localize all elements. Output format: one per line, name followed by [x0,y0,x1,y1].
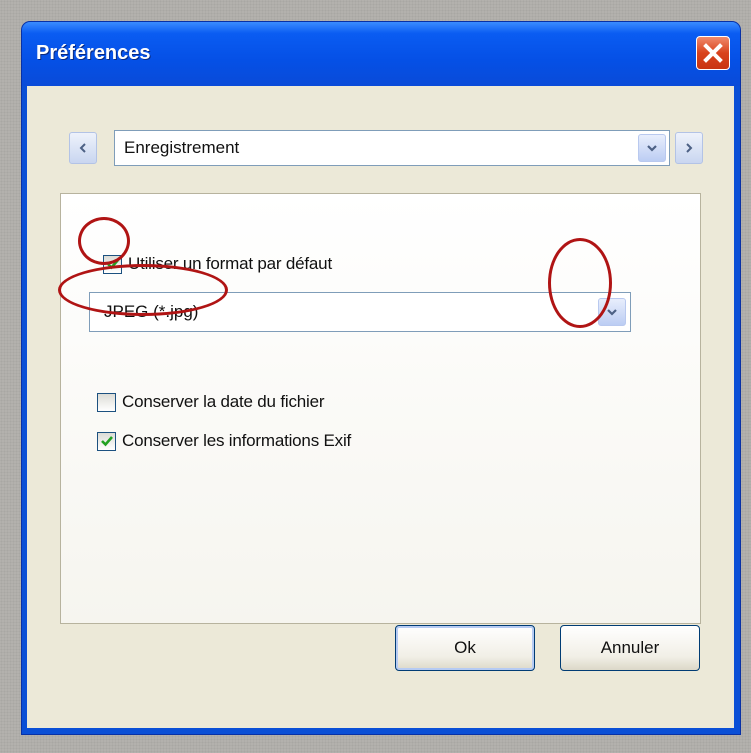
format-select-value: JPEG (*.jpg) [104,302,199,321]
default-format-checkbox[interactable] [103,254,122,274]
keep-exif-checkbox[interactable] [97,431,116,451]
default-format-label: Utiliser un format par défaut [128,254,332,273]
chevron-down-icon [647,145,657,152]
default-format-option[interactable]: Utiliser un format par défaut [103,254,332,274]
next-section-button[interactable] [675,132,703,164]
section-select[interactable]: Enregistrement [114,130,670,166]
checkmark-icon [100,436,113,447]
keep-date-label: Conserver la date du fichier [122,392,325,411]
title-bar[interactable]: Préférences [22,22,740,86]
dialog-body: Enregistrement Utiliser un format par dé… [27,86,734,728]
ok-button[interactable]: Ok [395,625,535,671]
keep-exif-label: Conserver les informations Exif [122,431,352,450]
preferences-dialog: Préférences Enregistrement Utiliser un f… [22,22,740,734]
section-select-value: Enregistrement [124,138,240,157]
section-dropdown-button[interactable] [638,134,666,162]
close-button[interactable] [696,36,730,70]
chevron-down-icon [607,309,617,316]
chevron-right-icon [686,143,693,153]
keep-date-checkbox[interactable] [97,392,116,412]
checkmark-icon [106,259,119,270]
window-title: Préférences [36,42,151,64]
close-x-icon [703,43,723,63]
format-select[interactable]: JPEG (*.jpg) [89,292,631,332]
section-navigator: Enregistrement [27,86,734,176]
cancel-button[interactable]: Annuler [560,625,700,671]
format-dropdown-button[interactable] [598,298,626,326]
chevron-left-icon [79,143,86,153]
keep-date-option[interactable]: Conserver la date du fichier [97,392,324,412]
save-options-panel: Utiliser un format par défaut JPEG (*.jp… [60,193,701,624]
keep-exif-option[interactable]: Conserver les informations Exif [97,431,351,451]
prev-section-button[interactable] [69,132,97,164]
